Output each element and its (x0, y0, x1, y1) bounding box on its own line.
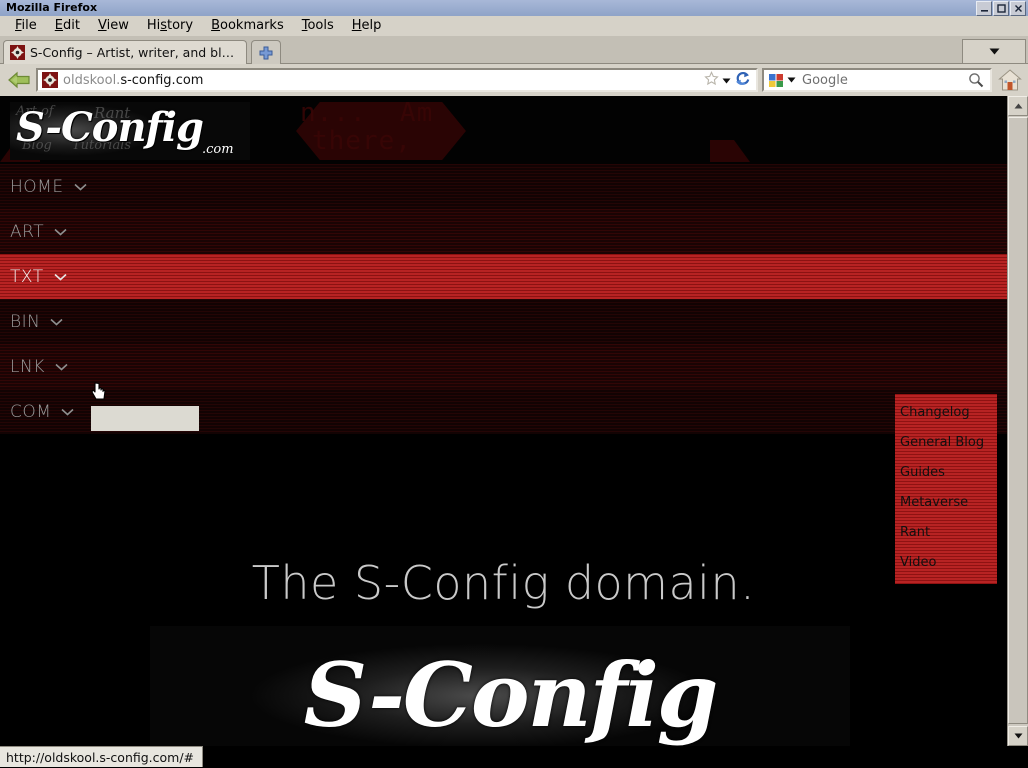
caret-up-icon (1014, 103, 1022, 109)
chevron-down-icon (54, 273, 67, 281)
scroll-up-button[interactable] (1008, 96, 1028, 116)
home-icon (998, 69, 1022, 91)
submenu-item-metaverse[interactable]: Metaverse (895, 488, 997, 518)
site-logo[interactable]: Art of Rant Blog Tutorials S-Config .com (10, 102, 250, 160)
back-button[interactable] (4, 67, 34, 93)
hero-wordmark-block: S-Config (150, 626, 850, 746)
nav-label-lnk: LNK (10, 356, 45, 377)
mouse-cursor-pointer-icon (91, 382, 109, 402)
chevron-down-icon (55, 363, 68, 371)
nav-label-com: COM (10, 401, 52, 422)
site-nav: HOME ART TXT BIN LNK COM (0, 164, 1007, 434)
nav-label-bin: BIN (10, 311, 41, 332)
chevron-down-icon (50, 318, 63, 326)
menu-view[interactable]: View (89, 16, 138, 36)
home-button[interactable] (996, 67, 1024, 93)
logo-tld: .com (202, 142, 234, 157)
status-link-popup: http://oldskool.s-config.com/# (0, 746, 204, 767)
scrollbar-thumb[interactable] (1008, 117, 1028, 724)
tab-list-button[interactable] (962, 39, 1026, 64)
address-bar[interactable]: oldskool.s-config.com (36, 68, 758, 92)
submenu-item-guides[interactable]: Guides (895, 458, 997, 488)
menu-bar: File Edit View History Bookmarks Tools H… (0, 16, 1028, 36)
menu-tools[interactable]: Tools (293, 16, 343, 36)
search-magnifier-icon[interactable] (968, 72, 990, 88)
bookmark-dropdown-icon[interactable] (722, 73, 731, 88)
address-bar-icons (704, 70, 756, 91)
status-link-url: http://oldskool.s-config.com/# (6, 749, 195, 765)
submenu-item-rant[interactable]: Rant (895, 518, 997, 548)
banner-edge-right (710, 140, 750, 162)
site-header: n... Am there, Art of Rant Blog Tutorial… (0, 96, 1007, 164)
search-engine-dropdown-icon[interactable] (784, 77, 796, 83)
close-button[interactable] (1010, 1, 1026, 16)
nav-submenu-txt: Changelog General Blog Guides Metaverse … (895, 394, 997, 584)
maximize-button[interactable] (993, 1, 1009, 16)
menu-bookmarks[interactable]: Bookmarks (202, 16, 293, 36)
menu-file[interactable]: File (6, 16, 46, 36)
menu-history[interactable]: History (138, 16, 202, 36)
plus-icon (259, 46, 273, 60)
url-domain: s-config.com (120, 72, 204, 88)
empty-tooltip-box (91, 406, 199, 431)
reload-icon[interactable] (734, 70, 751, 91)
scroll-down-button[interactable] (1008, 726, 1028, 746)
address-favicon-icon (42, 72, 58, 88)
back-arrow-icon (8, 71, 30, 89)
tab-title: S-Config – Artist, writer, and blo... (30, 45, 240, 60)
firefox-window: Mozilla Firefox File Edit View History B… (0, 0, 1028, 768)
caret-down-icon (1014, 733, 1022, 739)
nav-label-art: ART (10, 221, 45, 242)
nav-item-home[interactable]: HOME (0, 164, 1007, 209)
address-bar-text[interactable]: oldskool.s-config.com (63, 73, 704, 88)
status-bar: http://oldskool.s-config.com/# (0, 746, 1028, 768)
nav-item-lnk[interactable]: LNK (0, 344, 1007, 389)
page-title: The S-Config domain. (251, 556, 756, 610)
chevron-down-icon (989, 48, 999, 55)
banner-ghost-text-line2: there, (312, 126, 412, 156)
submenu-item-video[interactable]: Video (895, 548, 997, 578)
nav-label-txt: TXT (10, 266, 44, 287)
window-title: Mozilla Firefox (6, 1, 98, 14)
tab-bar: S-Config – Artist, writer, and blo... (0, 36, 1028, 65)
page-viewport: n... Am there, Art of Rant Blog Tutorial… (0, 96, 1007, 746)
chevron-down-icon (54, 228, 67, 236)
site-favicon-icon (10, 45, 25, 60)
url-subdomain: oldskool. (63, 72, 121, 88)
title-bar: Mozilla Firefox (0, 0, 1028, 17)
nav-item-bin[interactable]: BIN (0, 299, 1007, 344)
menu-help[interactable]: Help (343, 16, 391, 36)
nav-item-txt[interactable]: TXT (0, 254, 1007, 299)
hero-section: The S-Config domain. S-Config (0, 446, 1007, 746)
window-controls (976, 1, 1026, 16)
chevron-down-icon (74, 183, 87, 191)
nav-item-art[interactable]: ART (0, 209, 1007, 254)
vertical-scrollbar[interactable] (1007, 96, 1028, 746)
nav-label-home: HOME (10, 176, 64, 197)
submenu-item-changelog[interactable]: Changelog (895, 398, 997, 428)
hero-wordmark: S-Config (303, 643, 719, 746)
navigation-toolbar: oldskool.s-config.com Google (0, 64, 1028, 96)
new-tab-button[interactable] (251, 40, 281, 65)
search-engine-icon[interactable] (764, 73, 784, 88)
search-bar[interactable]: Google (762, 68, 992, 92)
banner-ghost-text-line1: n... Am (300, 98, 434, 128)
submenu-item-general-blog[interactable]: General Blog (895, 428, 997, 458)
bookmark-star-icon[interactable] (704, 70, 719, 90)
minimize-button[interactable] (976, 1, 992, 16)
menu-edit[interactable]: Edit (46, 16, 89, 36)
browser-tab-active[interactable]: S-Config – Artist, writer, and blo... (3, 40, 247, 64)
chevron-down-icon (61, 408, 74, 416)
search-input[interactable]: Google (796, 73, 968, 88)
